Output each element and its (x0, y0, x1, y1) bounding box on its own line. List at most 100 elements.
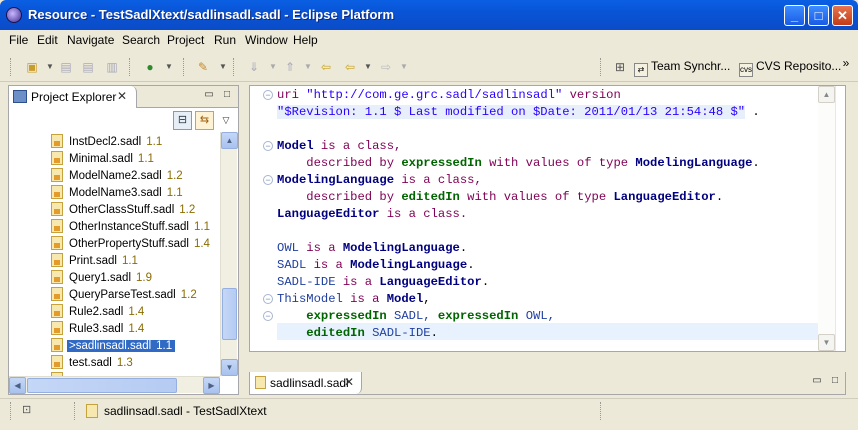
file-revision: 1.1 (153, 340, 176, 352)
sadl-file-icon (255, 376, 266, 389)
tree-item[interactable]: OtherClassStuff.sadl 1.2 (51, 202, 195, 219)
scroll-down-icon[interactable]: ▼ (221, 359, 238, 376)
tree-item[interactable]: ModelName3.sadl 1.1 (51, 185, 183, 202)
next-annotation-dropdown-icon[interactable]: ▼ (265, 59, 281, 75)
tree-item[interactable]: Query1.sadl 1.9 (51, 270, 152, 287)
print-icon[interactable]: ▥ (104, 59, 120, 75)
search-dropdown-icon[interactable]: ▼ (215, 59, 231, 75)
view-menu-icon[interactable]: ▽ (219, 114, 233, 128)
tree-item[interactable]: QueryParseTest.sadl 1.2 (51, 287, 197, 304)
sadl-file-icon (51, 338, 63, 352)
next-annotation-icon[interactable]: ⇓ (246, 59, 262, 75)
run-dropdown-icon[interactable]: ▼ (161, 59, 177, 75)
tree-item[interactable]: test.sadl 1.3 (51, 355, 133, 372)
status-separator (600, 402, 602, 420)
explorer-horizontal-scrollbar[interactable]: ◀ ▶ (9, 376, 220, 394)
editor-vertical-scrollbar[interactable]: ▲ ▼ (818, 86, 835, 351)
sadl-editor[interactable]: − − − − − uri "http://com.ge.grc.sadl/sa… (249, 85, 846, 352)
explorer-vertical-scrollbar[interactable]: ▲ ▼ (220, 132, 238, 376)
instance-name: OWL, (518, 309, 555, 323)
tree-item[interactable]: Minimal.sadl 1.1 (51, 151, 154, 168)
forward-dropdown-icon[interactable]: ▼ (396, 59, 412, 75)
run-icon[interactable]: ● (142, 59, 158, 75)
maximize-button[interactable]: □ (808, 5, 829, 26)
menu-navigate[interactable]: Navigate (67, 33, 114, 47)
forward-icon[interactable]: ⇨ (378, 59, 394, 75)
menu-file[interactable]: File (9, 33, 28, 47)
class-name: LanguageEditor (379, 275, 482, 289)
keyword: is a class. (379, 207, 468, 221)
tab-sadlinsadl[interactable]: sadlinsadl.sadl ✕ (250, 372, 362, 394)
tree-item[interactable]: Rule2.sadl 1.4 (51, 304, 144, 321)
menu-run[interactable]: Run (214, 33, 236, 47)
scroll-thumb[interactable] (222, 288, 237, 340)
open-perspective-icon[interactable]: ⊞ (612, 59, 628, 75)
sadl-file-icon (51, 151, 63, 165)
perspective-overflow-icon[interactable]: » (838, 55, 854, 71)
code-line: described by editedIn with values of typ… (277, 189, 723, 206)
last-edit-icon[interactable]: ⇦ (318, 59, 334, 75)
back-icon[interactable]: ⇦ (342, 59, 358, 75)
file-revision: 1.9 (136, 272, 153, 284)
menu-search[interactable]: Search (122, 33, 160, 47)
link-with-editor-icon[interactable]: ⇆ (195, 111, 214, 130)
toolbar-separator (183, 58, 185, 76)
close-icon[interactable]: ✕ (344, 375, 354, 389)
sadl-file-icon (51, 287, 63, 301)
tree-item[interactable]: InstDecl2.sadl 1.1 (51, 134, 162, 151)
fold-collapse-icon[interactable]: − (263, 90, 273, 100)
sadl-file-icon (51, 134, 63, 148)
perspective-cvs-repository[interactable]: cvs CVS Reposito... (739, 59, 841, 77)
fold-collapse-icon[interactable]: − (263, 311, 273, 321)
instance-name: OWL (277, 241, 299, 255)
status-separator (74, 402, 76, 420)
perspective-team-synchronizing[interactable]: ⇄ Team Synchr... (634, 59, 730, 77)
code-area[interactable]: uri "http://com.ge.grc.sadl/sadlinsadl" … (277, 86, 821, 351)
minimize-editor-icon[interactable]: ▭ (810, 375, 824, 389)
sadl-file-icon (51, 355, 63, 369)
collapse-all-icon[interactable]: ⊟ (173, 111, 192, 130)
save-icon[interactable]: ▤ (58, 59, 74, 75)
sadl-file-icon (51, 202, 63, 216)
previous-annotation-dropdown-icon[interactable]: ▼ (300, 59, 316, 75)
sadl-file-icon (51, 219, 63, 233)
fold-collapse-icon[interactable]: − (263, 175, 273, 185)
code-line: described by expressedIn with values of … (277, 155, 760, 172)
minimize-view-icon[interactable]: ▭ (202, 89, 216, 103)
tree-item-selected[interactable]: >sadlinsadl.sadl 1.1 (51, 338, 176, 355)
menu-edit[interactable]: Edit (37, 33, 58, 47)
menu-help[interactable]: Help (293, 33, 318, 47)
fold-collapse-icon[interactable]: − (263, 294, 273, 304)
toolbar-separator (10, 58, 12, 76)
scroll-right-icon[interactable]: ▶ (203, 377, 220, 394)
scroll-thumb[interactable] (27, 378, 177, 393)
close-button[interactable]: ✕ (832, 5, 853, 26)
maximize-editor-icon[interactable]: □ (828, 375, 842, 389)
back-dropdown-icon[interactable]: ▼ (360, 59, 376, 75)
save-all-icon[interactable]: ▤ (80, 59, 96, 75)
scroll-left-icon[interactable]: ◀ (9, 377, 26, 394)
tree-item[interactable]: Print.sadl 1.1 (51, 253, 138, 270)
tree-item[interactable]: Rule3.sadl 1.4 (51, 321, 144, 338)
fold-collapse-icon[interactable]: − (263, 141, 273, 151)
search-tool-icon[interactable]: ✎ (195, 59, 211, 75)
menu-window[interactable]: Window (245, 33, 288, 47)
code-line: SADL-IDE is a LanguageEditor. (277, 274, 489, 291)
scroll-up-icon[interactable]: ▲ (221, 132, 238, 149)
tree-item[interactable]: ModelName2.sadl 1.2 (51, 168, 183, 185)
new-icon[interactable]: ▣ (24, 59, 40, 75)
minimize-button[interactable]: _ (784, 5, 805, 26)
tree-item[interactable]: OtherPropertyStuff.sadl 1.4 (51, 236, 210, 253)
menu-project[interactable]: Project (167, 33, 204, 47)
previous-annotation-icon[interactable]: ⇑ (282, 59, 298, 75)
new-dropdown-icon[interactable]: ▼ (42, 59, 58, 75)
maximize-view-icon[interactable]: □ (220, 89, 234, 103)
tab-project-explorer[interactable]: Project Explorer ✕ (9, 86, 137, 108)
file-name: >sadlinsadl.sadl (67, 340, 154, 352)
fast-view-icon[interactable]: ⊡ (22, 403, 36, 417)
tree-item[interactable]: OtherInstanceStuff.sadl 1.1 (51, 219, 210, 236)
scroll-up-icon[interactable]: ▲ (818, 86, 835, 103)
scroll-down-icon[interactable]: ▼ (818, 334, 835, 351)
close-icon[interactable]: ✕ (117, 89, 127, 103)
overview-ruler[interactable] (835, 86, 845, 351)
